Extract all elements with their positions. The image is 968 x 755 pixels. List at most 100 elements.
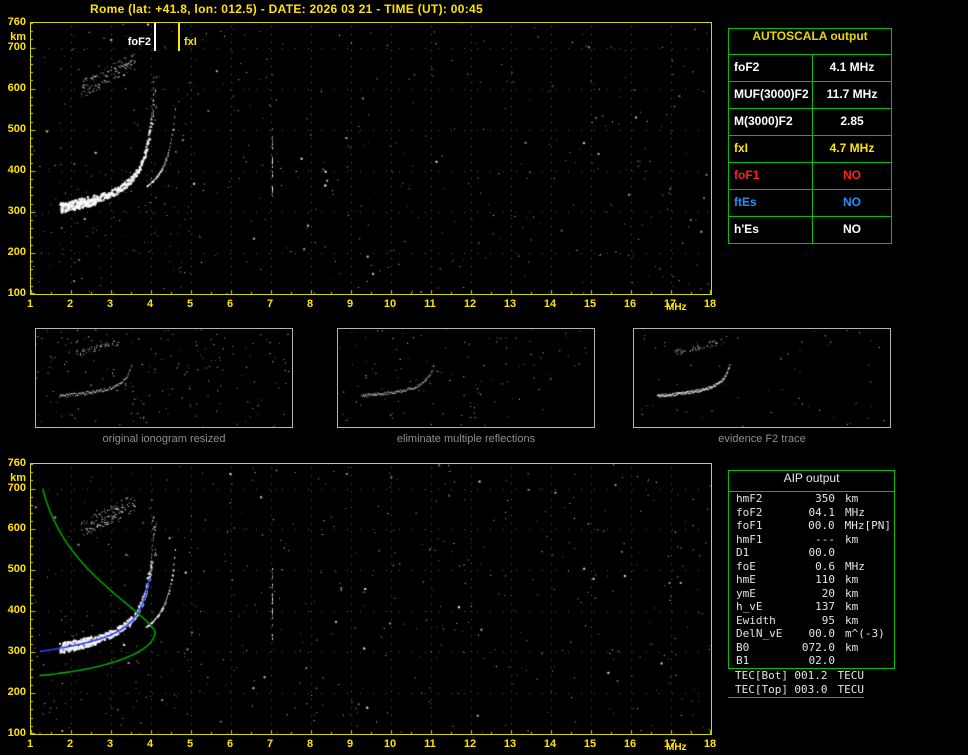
- top-x-tick-3: 3: [106, 298, 114, 310]
- top-x-tick-10: 10: [383, 298, 397, 310]
- top-x-tick-8: 8: [306, 298, 314, 310]
- autoscala-param-value: 4.1 MHz: [829, 60, 875, 74]
- aip-row: foE 0.6 MHz: [729, 560, 894, 574]
- autoscala-row: fxI 4.7 MHz: [729, 135, 891, 162]
- aip-row: DelN_vE 00.0 m^(-3): [729, 627, 894, 641]
- aip-param-value: 00.0: [808, 627, 836, 641]
- autoscala-panel: AUTOSCALA output foF2 4.1 MHz MUF(3000)F2 1…: [728, 28, 892, 244]
- autoscala-param-label: h'Es: [729, 217, 813, 243]
- autoscala-param-value: NO: [843, 168, 861, 182]
- panel-caption-original: original ionogram resized: [102, 433, 226, 445]
- bottom-x-tick-8: 8: [306, 738, 314, 750]
- aip-param-unit: TECU: [837, 683, 865, 697]
- bottom-x-tick-9: 9: [346, 738, 354, 750]
- aip-param-label: B0: [736, 640, 750, 654]
- autoscala-param-label: foF2: [729, 55, 813, 81]
- aip-row: h_vE 137 km: [729, 600, 894, 614]
- bottom-x-tick-14: 14: [543, 738, 557, 750]
- panel-caption-evidence: evidence F2 trace: [718, 433, 806, 445]
- autoscala-param-label: fxI: [729, 136, 813, 162]
- bottom-x-tick-4: 4: [146, 738, 154, 750]
- aip-param-value: 00.0: [808, 519, 835, 533]
- panel-evidence-canvas: [634, 329, 890, 427]
- aip-param-value: 0.6: [815, 559, 835, 573]
- aip-param-value: 04.1: [808, 505, 836, 519]
- aip-row: Ewidth 95 km: [729, 614, 894, 628]
- aip-row: hmF1 --- km: [729, 533, 894, 547]
- fxi-marker-line: [178, 23, 180, 51]
- top-x-tick-13: 13: [503, 298, 517, 310]
- aip-param-value: 072.0: [801, 640, 835, 654]
- aip-param-label: hmE: [736, 573, 756, 587]
- bottom-y-tick-200: 200: [7, 686, 26, 698]
- top-ionogram-frame: foF2 fxI: [30, 22, 712, 295]
- aip-row: B0 072.0 km: [729, 641, 894, 655]
- aip-param-value: 20: [821, 586, 835, 600]
- aip-param-label: ymE: [736, 586, 756, 600]
- panel-original-canvas: [36, 329, 292, 427]
- top-y-tick-600: 600: [7, 82, 26, 94]
- aip-param-unit: TECU: [837, 669, 865, 683]
- aip-panel: AIP output hmF2 350 km foF2 04.1 MHz foF1 00.0 M…: [728, 470, 895, 669]
- autoscala-param-value: 11.7 MHz: [826, 87, 878, 101]
- bottom-x-tick-6: 6: [226, 738, 234, 750]
- aip-param-value: 137: [815, 600, 835, 614]
- autoscala-app: Rome (lat: +41.8, lon: 012.5) - DATE: 20…: [0, 0, 968, 755]
- bottom-x-unit-label: MHz: [666, 742, 687, 753]
- aip-param-label: foE: [736, 559, 756, 573]
- top-y-tick-200: 200: [7, 246, 26, 258]
- top-x-tick-15: 15: [583, 298, 597, 310]
- autoscala-param-value: NO: [843, 195, 861, 209]
- aip-row: hmE 110 km: [729, 573, 894, 587]
- aip-tec-row: TEC[Bot] 001.2 TECU: [728, 669, 864, 684]
- autoscala-row: M(3000)F2 2.85: [729, 108, 891, 135]
- aip-param-label: DelN_vE: [736, 627, 783, 641]
- aip-param-unit: MHz: [845, 559, 865, 573]
- autoscala-panel-title: AUTOSCALA output: [752, 29, 868, 43]
- bottom-x-tick-1: 1: [26, 738, 34, 750]
- aip-param-unit: km: [845, 640, 859, 654]
- bottom-x-tick-11: 11: [424, 738, 436, 750]
- aip-param-label: TEC[Bot]: [735, 669, 788, 683]
- autoscala-param-label: M(3000)F2: [729, 109, 813, 135]
- fof2-marker-label: foF2: [127, 36, 151, 48]
- panel-eliminate-canvas: [338, 329, 594, 427]
- aip-param-value: 001.2: [794, 669, 828, 683]
- aip-row: foF1 00.0 MHz [PN]: [729, 519, 894, 533]
- bottom-x-tick-15: 15: [583, 738, 597, 750]
- top-x-tick-2: 2: [66, 298, 74, 310]
- top-y-tick-300: 300: [7, 205, 26, 217]
- bottom-x-tick-13: 13: [503, 738, 517, 750]
- aip-param-label: hmF1: [736, 532, 763, 546]
- aip-panel-title: AIP output: [729, 471, 894, 492]
- bottom-y-tick-600: 600: [7, 522, 26, 534]
- top-y-tick-700: 700: [7, 41, 26, 53]
- bottom-x-tick-16: 16: [623, 738, 637, 750]
- autoscala-param-value: 4.7 MHz: [829, 141, 875, 155]
- aip-param-value: 95: [821, 613, 835, 627]
- autoscala-row: foF2 4.1 MHz: [729, 54, 891, 81]
- top-y-tick-400: 400: [7, 164, 26, 176]
- aip-row: D1 00.0: [729, 546, 894, 560]
- aip-param-unit: MHz: [845, 505, 865, 519]
- aip-param-value: 00.0: [808, 546, 836, 560]
- top-x-tick-6: 6: [226, 298, 234, 310]
- autoscala-row: foF1 NO: [729, 162, 891, 189]
- top-x-tick-16: 16: [623, 298, 637, 310]
- top-x-tick-18: 18: [703, 298, 717, 310]
- station-title: Rome (lat: +41.8, lon: 012.5) - DATE: 20…: [90, 2, 483, 16]
- aip-param-value: 110: [815, 573, 835, 587]
- top-y-tick-760: 760: [7, 16, 26, 28]
- top-x-tick-7: 7: [266, 298, 274, 310]
- top-x-tick-4: 4: [146, 298, 154, 310]
- aip-rows: hmF2 350 km foF2 04.1 MHz foF1 00.0 MHz [PN] hmF1-…: [729, 492, 894, 668]
- aip-param-label: foF1: [736, 519, 763, 533]
- bottom-y-tick-400: 400: [7, 604, 26, 616]
- autoscala-param-value: 2.85: [840, 114, 864, 128]
- top-x-tick-5: 5: [186, 298, 194, 310]
- bottom-x-tick-2: 2: [66, 738, 74, 750]
- bottom-x-tick-7: 7: [266, 738, 274, 750]
- aip-param-unit: km: [845, 613, 859, 627]
- bottom-x-tick-10: 10: [383, 738, 397, 750]
- autoscala-param-label: foF1: [729, 163, 813, 189]
